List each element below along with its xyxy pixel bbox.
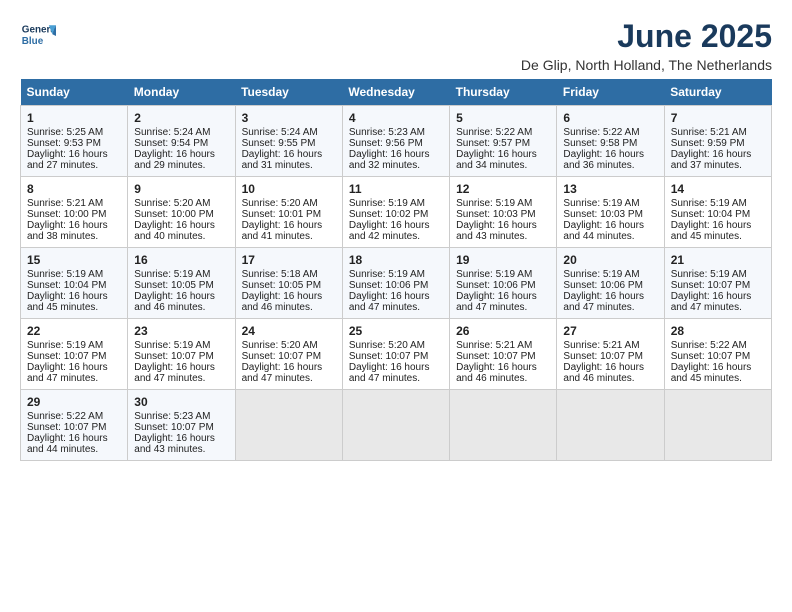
day-number: 28	[671, 324, 765, 338]
col-header-monday: Monday	[128, 79, 235, 106]
header-row: SundayMondayTuesdayWednesdayThursdayFrid…	[21, 79, 772, 106]
day-cell: 20Sunrise: 5:19 AMSunset: 10:06 PMDaylig…	[557, 248, 664, 319]
day-cell: 6Sunrise: 5:22 AMSunset: 9:58 PMDaylight…	[557, 106, 664, 177]
day-cell: 26Sunrise: 5:21 AMSunset: 10:07 PMDaylig…	[450, 319, 557, 390]
day-cell	[664, 390, 771, 461]
subtitle: De Glip, North Holland, The Netherlands	[521, 57, 772, 73]
header-area: General Blue June 2025 De Glip, North Ho…	[20, 18, 772, 73]
day-cell: 8Sunrise: 5:21 AMSunset: 10:00 PMDayligh…	[21, 177, 128, 248]
day-number: 3	[242, 111, 336, 125]
day-cell: 14Sunrise: 5:19 AMSunset: 10:04 PMDaylig…	[664, 177, 771, 248]
day-cell: 1Sunrise: 5:25 AMSunset: 9:53 PMDaylight…	[21, 106, 128, 177]
day-number: 23	[134, 324, 228, 338]
day-cell	[342, 390, 449, 461]
col-header-thursday: Thursday	[450, 79, 557, 106]
day-number: 5	[456, 111, 550, 125]
col-header-sunday: Sunday	[21, 79, 128, 106]
day-cell: 23Sunrise: 5:19 AMSunset: 10:07 PMDaylig…	[128, 319, 235, 390]
day-number: 8	[27, 182, 121, 196]
day-number: 9	[134, 182, 228, 196]
day-cell: 11Sunrise: 5:19 AMSunset: 10:02 PMDaylig…	[342, 177, 449, 248]
day-number: 17	[242, 253, 336, 267]
day-cell: 27Sunrise: 5:21 AMSunset: 10:07 PMDaylig…	[557, 319, 664, 390]
day-number: 4	[349, 111, 443, 125]
day-cell: 3Sunrise: 5:24 AMSunset: 9:55 PMDaylight…	[235, 106, 342, 177]
col-header-wednesday: Wednesday	[342, 79, 449, 106]
day-cell: 16Sunrise: 5:19 AMSunset: 10:05 PMDaylig…	[128, 248, 235, 319]
col-header-tuesday: Tuesday	[235, 79, 342, 106]
day-cell: 15Sunrise: 5:19 AMSunset: 10:04 PMDaylig…	[21, 248, 128, 319]
day-cell: 21Sunrise: 5:19 AMSunset: 10:07 PMDaylig…	[664, 248, 771, 319]
day-number: 15	[27, 253, 121, 267]
day-number: 21	[671, 253, 765, 267]
day-cell: 4Sunrise: 5:23 AMSunset: 9:56 PMDaylight…	[342, 106, 449, 177]
logo: General Blue	[20, 18, 60, 54]
week-row-3: 15Sunrise: 5:19 AMSunset: 10:04 PMDaylig…	[21, 248, 772, 319]
day-cell: 19Sunrise: 5:19 AMSunset: 10:06 PMDaylig…	[450, 248, 557, 319]
day-number: 22	[27, 324, 121, 338]
day-number: 16	[134, 253, 228, 267]
day-number: 12	[456, 182, 550, 196]
day-number: 25	[349, 324, 443, 338]
page: General Blue June 2025 De Glip, North Ho…	[0, 0, 792, 473]
day-cell	[450, 390, 557, 461]
day-cell: 10Sunrise: 5:20 AMSunset: 10:01 PMDaylig…	[235, 177, 342, 248]
day-cell: 24Sunrise: 5:20 AMSunset: 10:07 PMDaylig…	[235, 319, 342, 390]
week-row-4: 22Sunrise: 5:19 AMSunset: 10:07 PMDaylig…	[21, 319, 772, 390]
day-cell: 2Sunrise: 5:24 AMSunset: 9:54 PMDaylight…	[128, 106, 235, 177]
day-cell: 5Sunrise: 5:22 AMSunset: 9:57 PMDaylight…	[450, 106, 557, 177]
day-number: 20	[563, 253, 657, 267]
day-cell: 25Sunrise: 5:20 AMSunset: 10:07 PMDaylig…	[342, 319, 449, 390]
week-row-1: 1Sunrise: 5:25 AMSunset: 9:53 PMDaylight…	[21, 106, 772, 177]
day-number: 26	[456, 324, 550, 338]
week-row-2: 8Sunrise: 5:21 AMSunset: 10:00 PMDayligh…	[21, 177, 772, 248]
day-number: 27	[563, 324, 657, 338]
col-header-saturday: Saturday	[664, 79, 771, 106]
title-area: June 2025 De Glip, North Holland, The Ne…	[521, 18, 772, 73]
day-number: 30	[134, 395, 228, 409]
day-number: 24	[242, 324, 336, 338]
day-number: 10	[242, 182, 336, 196]
day-number: 13	[563, 182, 657, 196]
col-header-friday: Friday	[557, 79, 664, 106]
calendar-table: SundayMondayTuesdayWednesdayThursdayFrid…	[20, 79, 772, 461]
day-cell: 7Sunrise: 5:21 AMSunset: 9:59 PMDaylight…	[664, 106, 771, 177]
day-cell: 30Sunrise: 5:23 AMSunset: 10:07 PMDaylig…	[128, 390, 235, 461]
svg-text:Blue: Blue	[22, 36, 44, 47]
day-cell: 18Sunrise: 5:19 AMSunset: 10:06 PMDaylig…	[342, 248, 449, 319]
day-number: 2	[134, 111, 228, 125]
main-title: June 2025	[521, 18, 772, 55]
day-number: 14	[671, 182, 765, 196]
day-cell: 29Sunrise: 5:22 AMSunset: 10:07 PMDaylig…	[21, 390, 128, 461]
day-number: 18	[349, 253, 443, 267]
logo-icon: General Blue	[20, 18, 56, 54]
day-cell: 17Sunrise: 5:18 AMSunset: 10:05 PMDaylig…	[235, 248, 342, 319]
day-cell: 12Sunrise: 5:19 AMSunset: 10:03 PMDaylig…	[450, 177, 557, 248]
day-cell: 22Sunrise: 5:19 AMSunset: 10:07 PMDaylig…	[21, 319, 128, 390]
day-cell: 28Sunrise: 5:22 AMSunset: 10:07 PMDaylig…	[664, 319, 771, 390]
day-number: 11	[349, 182, 443, 196]
day-number: 19	[456, 253, 550, 267]
day-number: 7	[671, 111, 765, 125]
day-cell	[235, 390, 342, 461]
day-number: 6	[563, 111, 657, 125]
day-number: 1	[27, 111, 121, 125]
day-cell	[557, 390, 664, 461]
week-row-5: 29Sunrise: 5:22 AMSunset: 10:07 PMDaylig…	[21, 390, 772, 461]
day-number: 29	[27, 395, 121, 409]
day-cell: 9Sunrise: 5:20 AMSunset: 10:00 PMDayligh…	[128, 177, 235, 248]
day-cell: 13Sunrise: 5:19 AMSunset: 10:03 PMDaylig…	[557, 177, 664, 248]
